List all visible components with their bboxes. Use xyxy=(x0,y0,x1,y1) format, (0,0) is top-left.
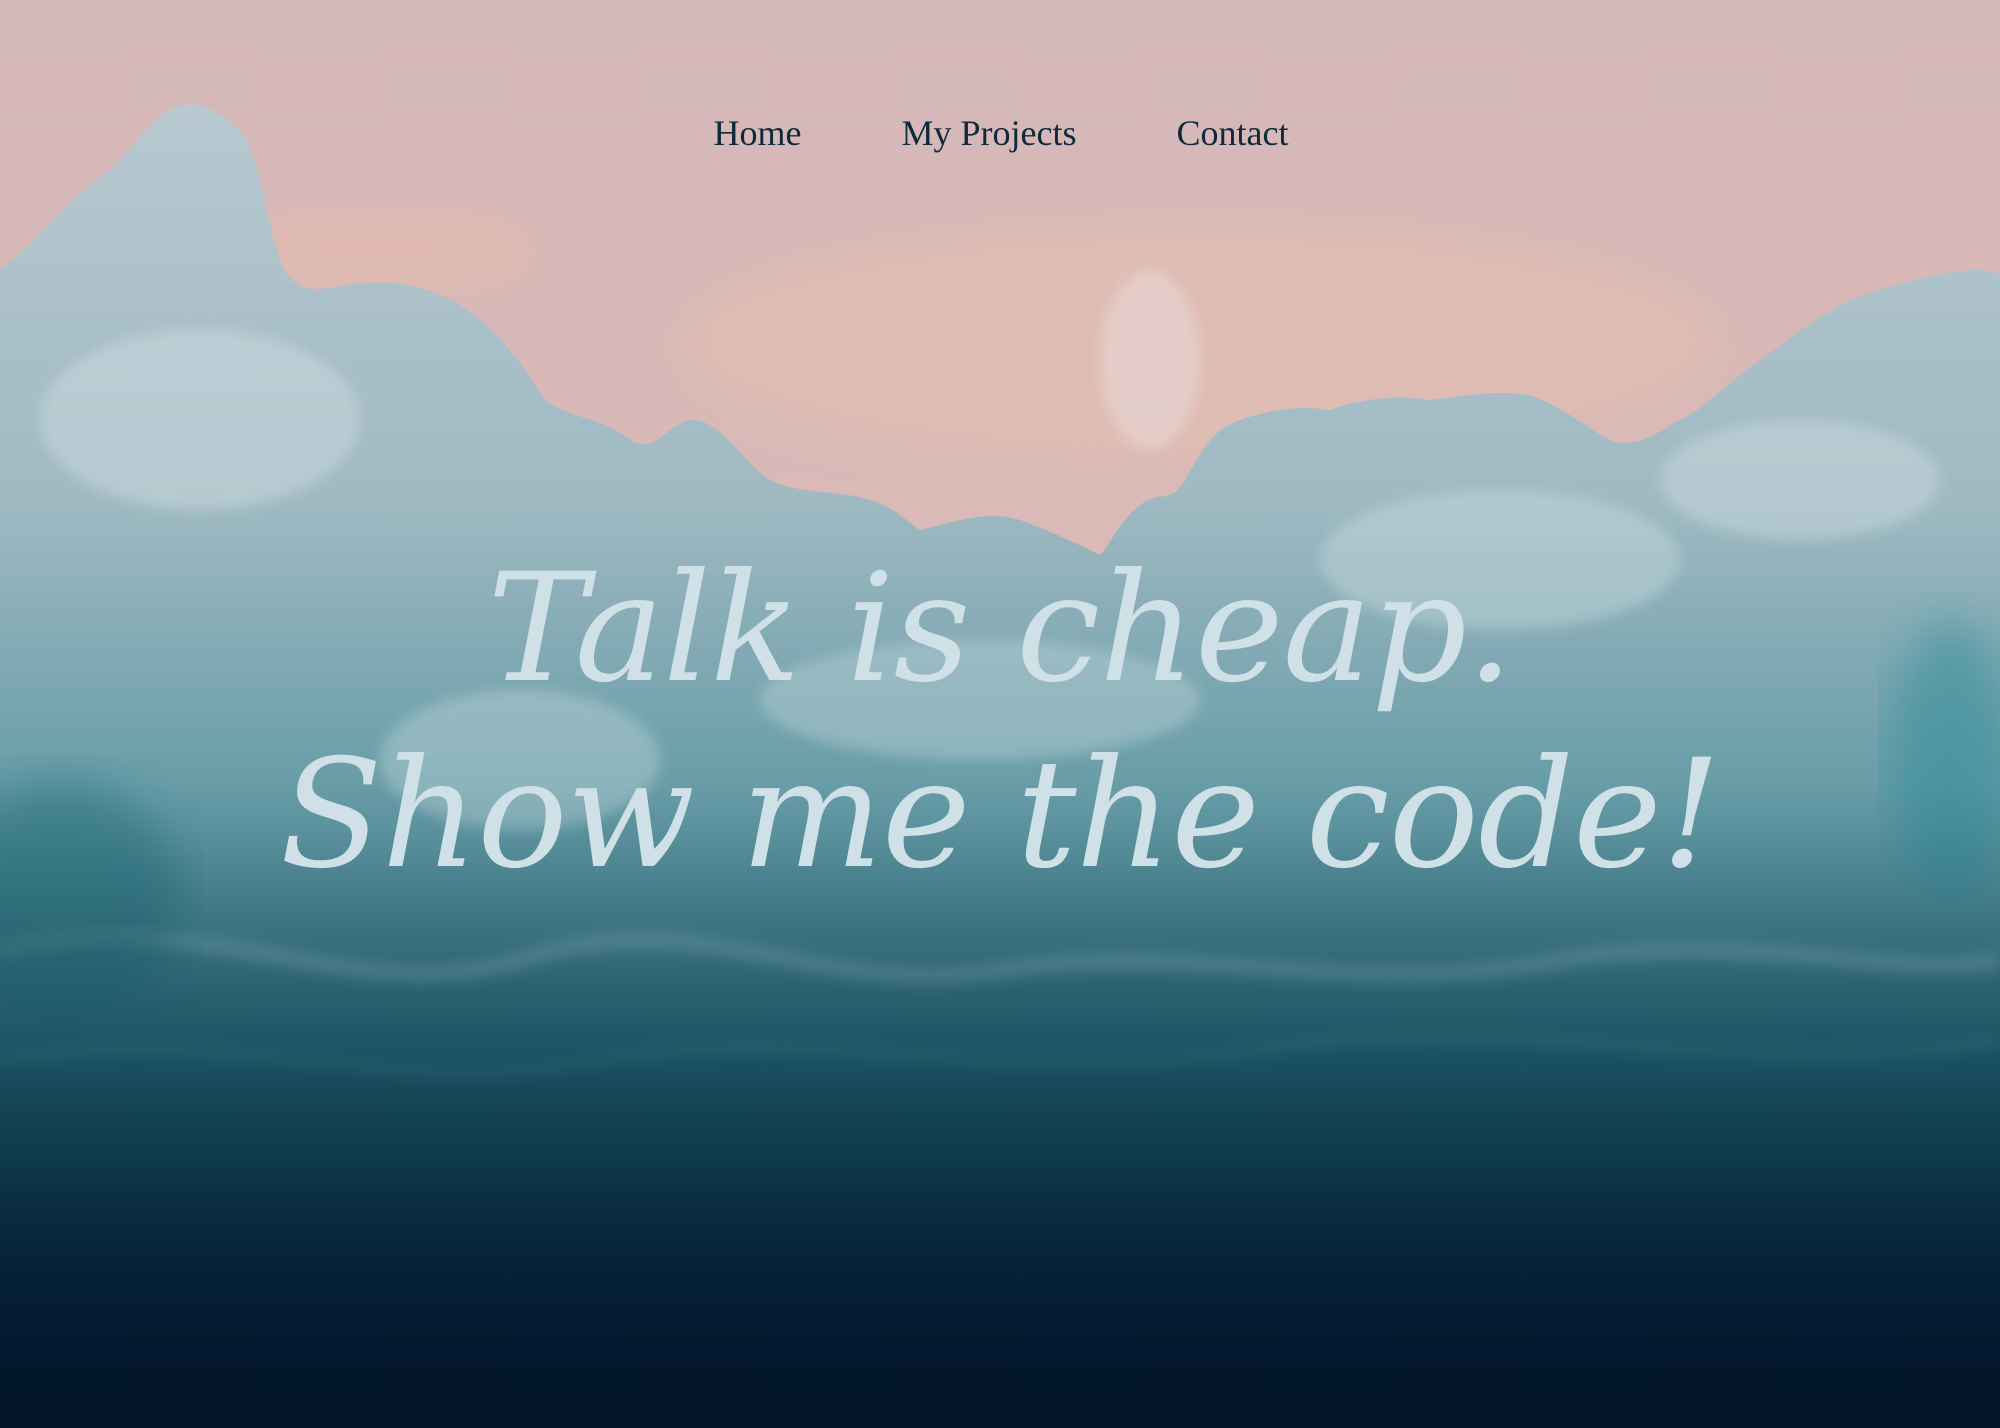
hero-headline-line1: Talk is cheap. xyxy=(487,542,1514,716)
nav-contact-link[interactable]: Contact xyxy=(1175,112,1289,154)
hero-headline: Talk is cheap. Show me the code! xyxy=(0,536,2000,908)
hero-headline-line2: Show me the code! xyxy=(279,728,1721,902)
nav-home-link[interactable]: Home xyxy=(712,112,802,154)
main-nav: Home My Projects Contact xyxy=(0,112,2000,154)
nav-my-projects-link[interactable]: My Projects xyxy=(900,112,1077,154)
hero-section: Home My Projects Contact Talk is cheap. … xyxy=(0,0,2000,1428)
